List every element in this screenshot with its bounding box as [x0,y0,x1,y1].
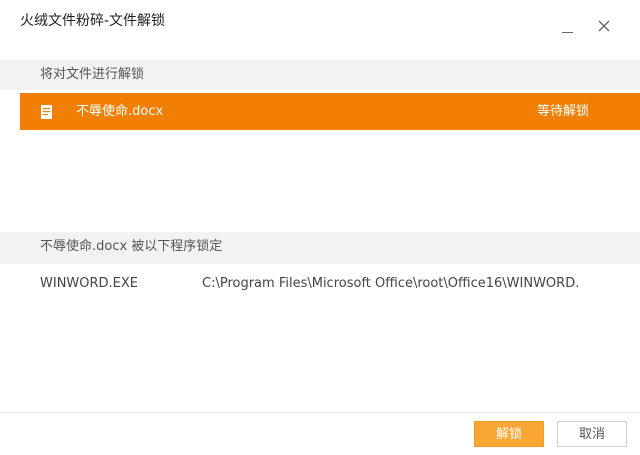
window-title: 火绒文件粉碎-文件解锁 [20,13,166,29]
unlock-button[interactable]: 解锁 [474,421,544,447]
close-button[interactable] [594,16,614,36]
file-name: 不辱使命.docx [76,104,164,119]
footer-divider [0,412,640,413]
locks-section-header: 不辱使命.docx 被以下程序锁定 [0,232,640,264]
minimize-button[interactable] [558,18,578,38]
minimize-icon [562,32,573,33]
process-path: C:\Program Files\Microsoft Office\root\O… [202,276,580,291]
process-name: WINWORD.EXE [40,276,139,291]
word-doc-icon [41,105,53,119]
files-section-header: 将对文件进行解锁 [0,60,640,90]
file-list-item[interactable]: 不辱使命.docx 等待解锁 [20,93,640,130]
file-status: 等待解锁 [536,104,589,119]
close-icon [598,20,610,32]
process-row: WINWORD.EXE C:\Program Files\Microsoft O… [0,272,640,296]
cancel-button[interactable]: 取消 [557,421,627,447]
